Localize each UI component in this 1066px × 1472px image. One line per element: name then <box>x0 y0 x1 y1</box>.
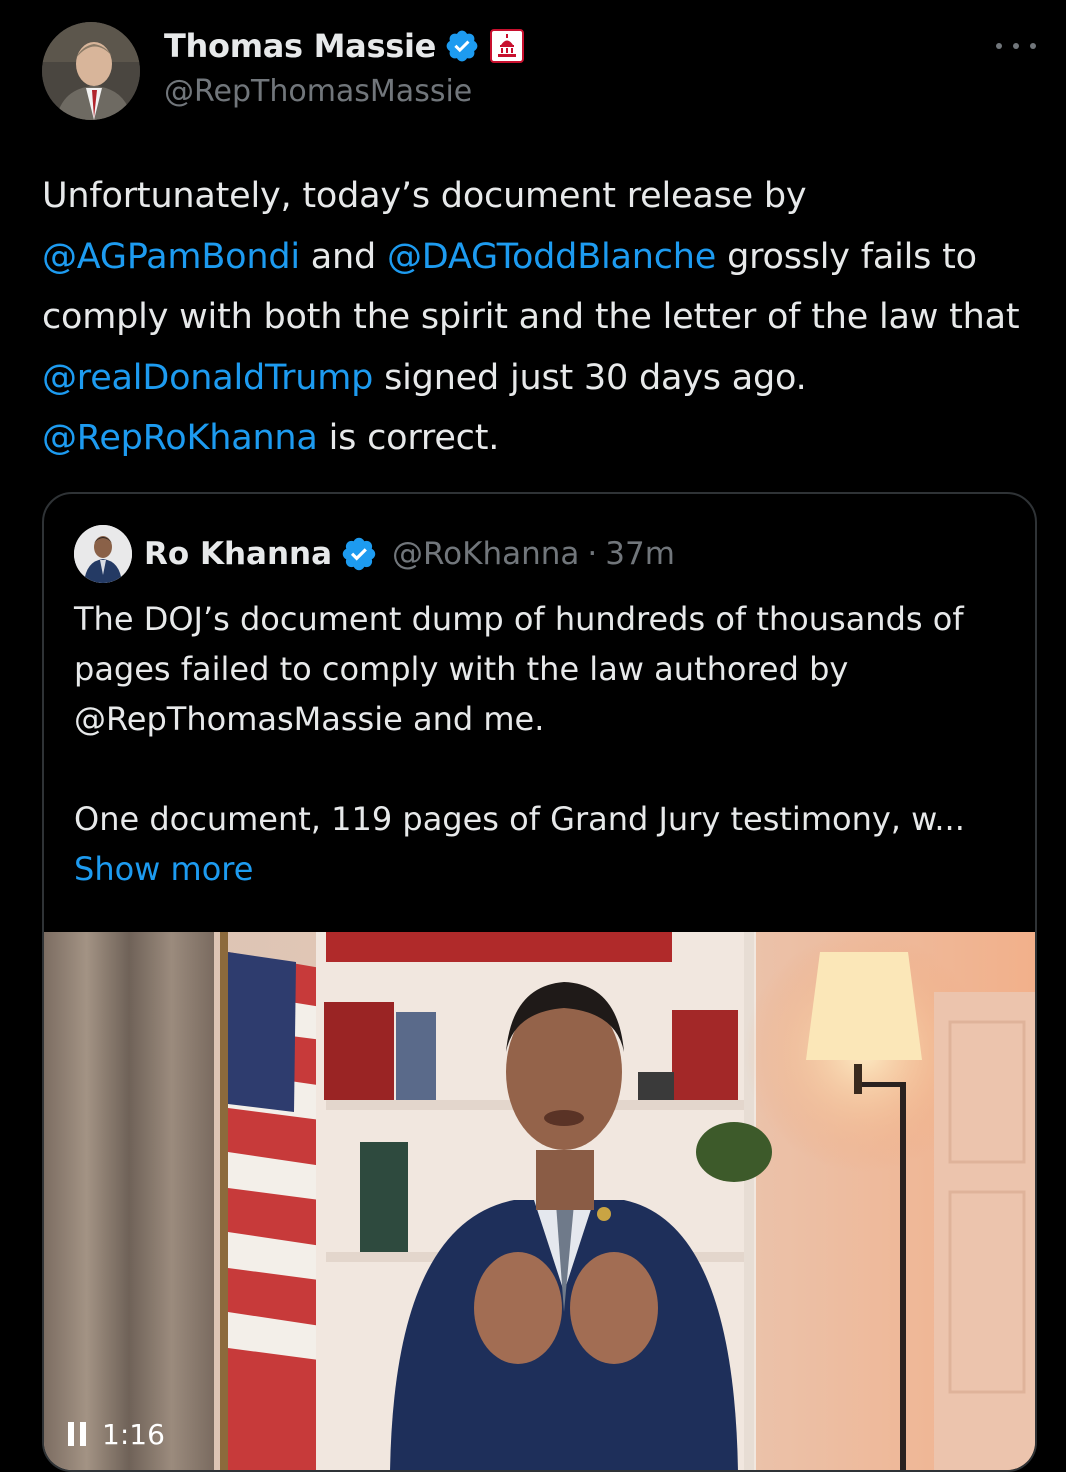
author-display-name[interactable]: Thomas Massie <box>164 27 436 65</box>
mention-link[interactable]: @AGPamBondi <box>42 237 300 277</box>
video-elapsed-time: 1:16 <box>102 1417 165 1451</box>
quoted-tweet-timestamp[interactable]: 37m <box>605 536 675 572</box>
author-name-row: Thomas Massie <box>164 24 525 68</box>
author-handle[interactable]: @RepThomasMassie <box>164 74 472 109</box>
pause-icon[interactable] <box>68 1422 86 1446</box>
more-horizontal-icon <box>1030 43 1036 49</box>
video-frame <box>44 932 1035 1470</box>
quoted-tweet-header: Ro Khanna @RoKhanna · 37m <box>74 524 675 584</box>
quoted-tweet-paragraph: One document, 119 pages of Grand Jury te… <box>74 800 965 838</box>
video-player[interactable]: 1:16 <box>44 932 1035 1470</box>
quoted-tweet-card[interactable]: Ro Khanna @RoKhanna · 37m The DOJ’s docu… <box>42 492 1037 1472</box>
separator-dot: · <box>587 536 598 572</box>
video-controls: 1:16 <box>68 1412 165 1456</box>
author-avatar-image <box>42 22 140 120</box>
author-avatar[interactable] <box>42 22 140 120</box>
tweet-text-segment: signed just 30 days ago. <box>373 357 807 398</box>
tweet-text-segment: is correct. <box>317 418 500 458</box>
tweet-text-segment: and <box>299 236 387 277</box>
mention-link[interactable]: @RepRoKhanna <box>42 418 318 458</box>
quoted-author-avatar[interactable] <box>74 525 132 583</box>
capitol-dome-icon <box>498 34 517 57</box>
more-options-button[interactable] <box>996 34 1036 58</box>
more-horizontal-icon <box>996 43 1002 49</box>
mention-link[interactable]: @DAGToddBlanche <box>387 237 716 277</box>
show-more-link[interactable]: Show more <box>74 844 1014 894</box>
tweet-text-segment: Unfortunately, today’s document release … <box>42 176 807 216</box>
verified-badge-icon <box>342 537 376 571</box>
quoted-tweet-text: The DOJ’s document dump of hundreds of t… <box>74 594 1014 894</box>
mention-link[interactable]: @realDonaldTrump <box>42 358 373 398</box>
quoted-author-handle[interactable]: @RoKhanna <box>392 536 579 572</box>
more-horizontal-icon <box>1013 43 1019 49</box>
verified-badge-icon <box>446 30 478 62</box>
quoted-author-display-name[interactable]: Ro Khanna <box>144 536 332 572</box>
quoted-author-avatar-image <box>74 525 132 583</box>
tweet-text: Unfortunately, today’s document release … <box>42 166 1042 469</box>
government-affiliation-badge[interactable] <box>490 29 525 63</box>
quoted-tweet-paragraph: The DOJ’s document dump of hundreds of t… <box>74 600 964 738</box>
